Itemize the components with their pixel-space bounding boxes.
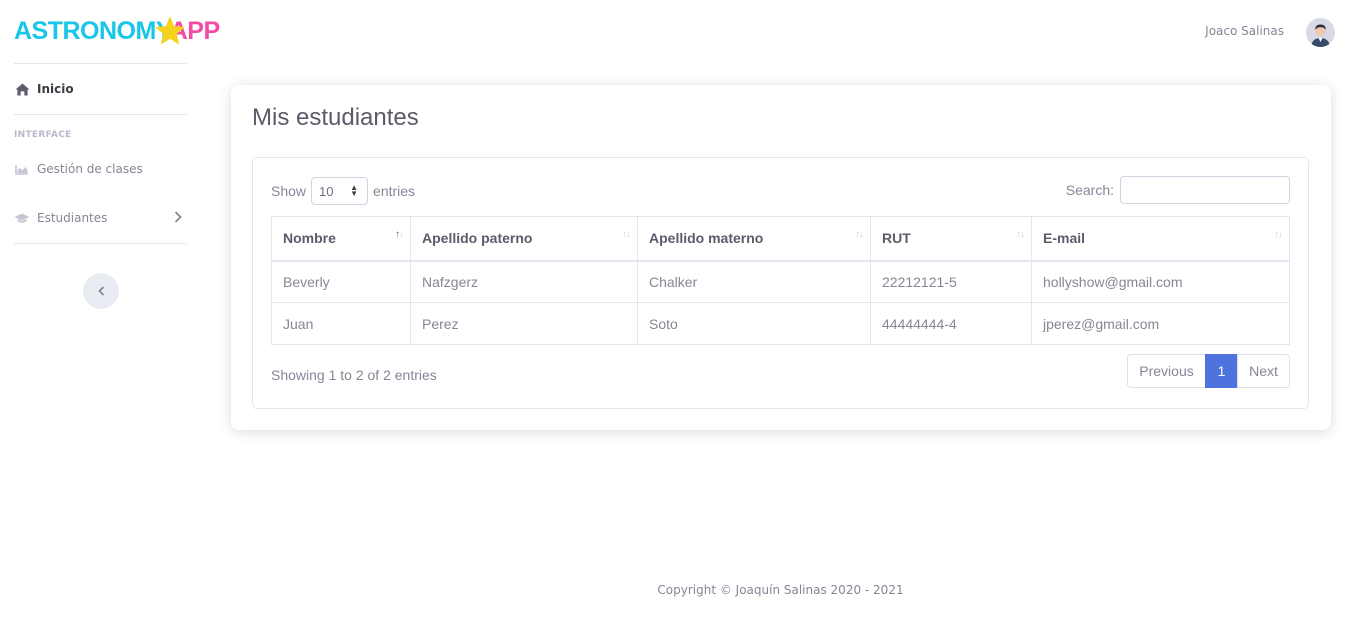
page-title: Mis estudiantes [252,104,419,131]
show-label: Show [271,183,307,199]
brand-logo[interactable]: ASTRONOMYAPP [14,14,220,48]
students-table: Nombre ↑↓ Apellido paterno ↑↓ Apellido mat… [271,216,1290,345]
cell-email: hollyshow@gmail.com [1031,260,1290,303]
brand-text: ASTRONOMYAPP [14,17,220,45]
cell-email: jperez@gmail.com [1031,302,1290,345]
table-row[interactable]: Beverly Nafzgerz Chalker 22212121-5 holl… [271,260,1290,303]
entries-select-value: 10 [319,183,334,199]
footer: Copyright © Joaquín Salinas 2020 - 2021 [0,583,1360,597]
copyright-text: Copyright © Joaquín Salinas 2020 - 2021 [657,583,904,597]
cell-apellido-paterno: Perez [410,302,638,345]
graduation-cap-icon [14,210,30,226]
column-header-apellido-paterno[interactable]: Apellido paterno ↑↓ [410,216,638,262]
sidebar: ASTRONOMYAPP Inicio INTERFACE Gestión de… [0,0,220,625]
pagination: Previous 1 Next [1127,354,1290,388]
previous-page-button[interactable]: Previous [1127,354,1206,388]
search-input[interactable] [1120,176,1290,204]
cell-rut: 44444444-4 [870,302,1032,345]
home-icon [14,81,30,97]
chevron-left-icon [97,286,104,296]
datatable-wrapper: Show 10 ▲ ▼ entries Search: Nombre ↑↓ Apel… [252,157,1309,409]
column-header-apellido-materno[interactable]: Apellido materno ↑↓ [637,216,871,262]
cell-apellido-materno: Soto [637,302,871,345]
sidebar-divider [14,63,187,64]
sidebar-item-label: Gestión de clases [37,162,143,176]
star-icon [155,16,185,45]
search-control: Search: [1066,176,1290,204]
entries-label: entries [373,183,416,199]
cell-apellido-materno: Chalker [637,260,871,303]
sidebar-item-inicio[interactable]: Inicio [14,77,187,101]
sidebar-item-label: Estudiantes [37,211,108,225]
table-info: Showing 1 to 2 of 2 entries [271,367,437,383]
cell-rut: 22212121-5 [870,260,1032,303]
column-header-rut[interactable]: RUT ↑↓ [870,216,1032,262]
entries-select[interactable]: 10 ▲ ▼ [311,177,369,205]
select-arrows-icon: ▲ ▼ [350,183,359,198]
column-header-nombre[interactable]: Nombre ↑↓ [271,216,411,262]
search-label: Search: [1065,182,1114,198]
cell-nombre: Beverly [271,260,411,303]
sort-asc-icon: ↑↓ [395,229,404,240]
user-name[interactable]: Joaco Salinas [1205,24,1284,38]
page-1-button[interactable]: 1 [1205,354,1238,388]
column-header-email[interactable]: E-mail ↑↓ [1031,216,1290,262]
sidebar-divider [14,243,187,244]
cell-apellido-paterno: Nafzgerz [410,260,638,303]
next-page-button[interactable]: Next [1237,354,1290,388]
sidebar-divider [14,114,187,115]
sidebar-item-label: Inicio [37,82,74,96]
sidebar-item-gestion-clases[interactable]: Gestión de clases [14,157,187,181]
sort-icon: ↑↓ [1274,229,1283,240]
sidebar-toggle-button[interactable] [83,273,119,309]
sidebar-item-estudiantes[interactable]: Estudiantes [14,206,187,230]
table-header-row: Nombre ↑↓ Apellido paterno ↑↓ Apellido mat… [271,216,1290,262]
entries-length-control: Show 10 ▲ ▼ entries [271,177,415,205]
sort-icon: ↑↓ [855,229,864,240]
avatar[interactable] [1306,18,1335,47]
table-row[interactable]: Juan Perez Soto 44444444-4 jperez@gmail.… [271,302,1290,345]
sort-icon: ↑↓ [622,229,631,240]
chevron-right-icon[interactable] [174,211,182,223]
cell-nombre: Juan [271,302,411,345]
chart-area-icon [14,161,30,177]
students-card: Mis estudiantes Show 10 ▲ ▼ entries Searc… [231,85,1331,430]
sidebar-heading: INTERFACE [14,130,72,140]
sort-icon: ↑↓ [1016,229,1025,240]
